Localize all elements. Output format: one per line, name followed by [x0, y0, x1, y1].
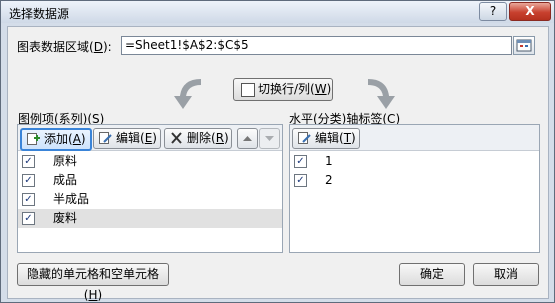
axis-toolbar: 编辑(T)	[290, 125, 539, 151]
axis-label-row[interactable]: ✓ 1	[290, 152, 539, 171]
checkbox-icon[interactable]: ✓	[294, 174, 307, 187]
legend-entry-row-label: 成品	[53, 173, 78, 187]
help-icon: ?	[489, 4, 497, 18]
chart-data-range-input[interactable]: =Sheet1!$A$2:$C$5	[121, 36, 512, 55]
checkbox-icon[interactable]: ✓	[22, 212, 35, 225]
legend-entry-row-label: 废料	[53, 211, 78, 225]
close-button[interactable]: X	[509, 2, 551, 21]
switch-row-column-button[interactable]: 切换行/列(W)	[233, 78, 333, 101]
legend-entries-panel: 添加(A) 编辑(E) 删除(R) ✓ 原料 ✓ 成品 ✓ 半成品 ✓ 废料	[17, 124, 283, 253]
hidden-and-empty-cells-button[interactable]: 隐藏的单元格和空单元格(H)	[17, 263, 169, 302]
move-up-button[interactable]	[237, 128, 258, 149]
legend-entry-row[interactable]: ✓ 废料	[18, 209, 282, 228]
legend-toolbar: 添加(A) 编辑(E) 删除(R)	[18, 125, 282, 151]
move-down-icon	[265, 136, 274, 141]
legend-entry-row[interactable]: ✓ 原料	[18, 152, 282, 171]
ok-button[interactable]: 确定	[399, 263, 465, 286]
axis-label-row-label: 1	[325, 154, 333, 168]
dialog-title: 选择数据源	[9, 7, 70, 21]
dialog-content: 图表数据区域(D): =Sheet1!$A$2:$C$5 切换行/列(W) 图例…	[7, 26, 549, 302]
move-up-icon	[243, 136, 252, 141]
edit-series-button[interactable]: 编辑(E)	[93, 128, 161, 149]
right-arrow-icon	[367, 79, 395, 109]
legend-entry-row[interactable]: ✓ 半成品	[18, 190, 282, 209]
help-button[interactable]: ?	[479, 2, 507, 21]
cancel-button[interactable]: 取消	[473, 263, 539, 286]
legend-entry-row[interactable]: ✓ 成品	[18, 171, 282, 190]
axis-label-row[interactable]: ✓ 2	[290, 171, 539, 190]
collapse-dialog-icon	[516, 39, 532, 52]
axis-labels-panel: 编辑(T) ✓ 1 ✓ 2	[289, 124, 540, 253]
collapse-dialog-button[interactable]	[513, 36, 535, 55]
close-icon: X	[525, 4, 535, 18]
delete-icon	[171, 132, 182, 144]
legend-entry-row-label: 半成品	[53, 192, 90, 206]
checkbox-icon[interactable]: ✓	[22, 174, 35, 187]
edit-icon	[298, 132, 311, 144]
checkbox-icon[interactable]: ✓	[22, 193, 35, 206]
checkbox-icon[interactable]: ✓	[294, 155, 307, 168]
checkbox-icon[interactable]: ✓	[22, 155, 35, 168]
chart-data-range-label: 图表数据区域(D):	[17, 40, 112, 54]
add-series-button[interactable]: 添加(A)	[20, 128, 92, 151]
edit-icon	[99, 132, 112, 144]
edit-axis-labels-button[interactable]: 编辑(T)	[292, 128, 360, 149]
title-bar[interactable]: 选择数据源 ? X	[1, 1, 554, 23]
switch-row-column-icon	[241, 83, 255, 97]
move-down-button[interactable]	[259, 128, 280, 149]
axis-label-row-label: 2	[325, 173, 333, 187]
legend-entry-row-label: 原料	[53, 154, 78, 168]
select-data-source-dialog: 选择数据源 ? X 图表数据区域(D): =Sheet1!$A$2:$C$5 切…	[0, 0, 555, 303]
remove-series-button[interactable]: 删除(R)	[164, 128, 232, 149]
left-arrow-icon	[174, 79, 202, 109]
add-icon	[27, 133, 40, 145]
